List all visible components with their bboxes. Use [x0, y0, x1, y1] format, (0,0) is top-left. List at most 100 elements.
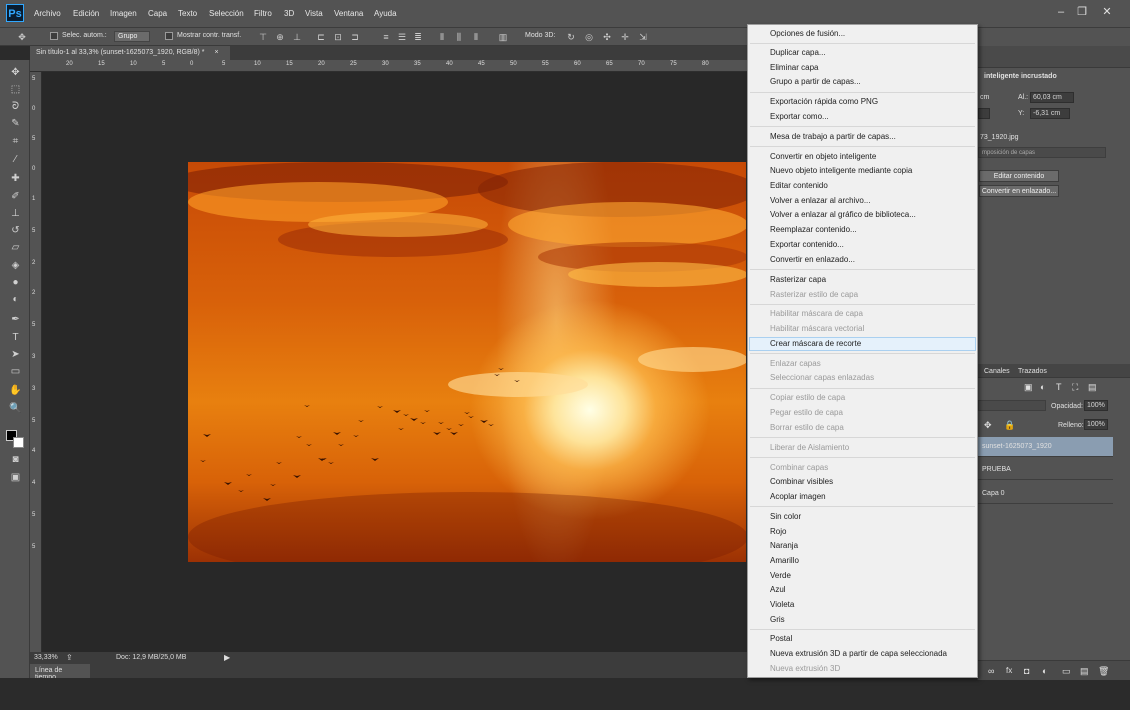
- menu-item-convert-smart-object[interactable]: Convertir en objeto inteligente: [770, 152, 876, 162]
- menu-item-merge-layers[interactable]: Combinar capas: [770, 463, 828, 473]
- filter-smart-object-icon[interactable]: ▤: [1088, 382, 1097, 393]
- menu-imagen[interactable]: Imagen: [110, 9, 137, 18]
- menu-item-merge-visible[interactable]: Combinar visibles: [770, 477, 833, 487]
- layer-row[interactable]: Capa 0: [978, 484, 1113, 504]
- menu-item-enable-vector-mask[interactable]: Habilitar máscara vectorial: [770, 324, 864, 334]
- align-right-icon[interactable]: ⊐: [349, 31, 361, 43]
- filter-adjustment-icon[interactable]: ◐: [1040, 382, 1045, 392]
- new-group-icon[interactable]: ▭: [1062, 666, 1071, 677]
- brush-tool-icon[interactable]: ✐: [8, 190, 23, 203]
- shape-tool-icon[interactable]: ▭: [8, 365, 23, 378]
- scale-3d-icon[interactable]: ⇲: [637, 31, 649, 43]
- quick-select-tool-icon[interactable]: ✎: [8, 117, 23, 130]
- menu-item-rasterize-layer-style[interactable]: Rasterizar estilo de capa: [770, 290, 858, 300]
- distribute-hcenter-icon[interactable]: ⫼: [453, 31, 465, 43]
- layer-style-icon[interactable]: fx: [1006, 666, 1012, 675]
- menu-item-relink-to-library[interactable]: Volver a enlazar al gráfico de bibliotec…: [770, 210, 916, 220]
- distribute-bottom-icon[interactable]: ≣: [412, 31, 424, 43]
- quick-mask-icon[interactable]: ◙: [8, 453, 23, 466]
- eyedropper-tool-icon[interactable]: ⁄: [8, 153, 23, 166]
- distribute-vcenter-icon[interactable]: ☰: [396, 31, 408, 43]
- show-transform-checkbox[interactable]: [165, 32, 173, 40]
- lock-position-icon[interactable]: ✥: [984, 420, 992, 431]
- menu-item-postcard[interactable]: Postal: [770, 634, 792, 644]
- new-layer-icon[interactable]: ▤: [1080, 666, 1089, 677]
- menu-item-color-none[interactable]: Sin color: [770, 512, 801, 522]
- add-mask-icon[interactable]: ◘: [1024, 666, 1029, 676]
- lasso-tool-icon[interactable]: ᘐ: [8, 100, 23, 113]
- menu-item-select-linked-layers[interactable]: Seleccionar capas enlazadas: [770, 373, 874, 383]
- edit-contents-button[interactable]: Editar contenido: [979, 170, 1059, 182]
- move-tool-icon[interactable]: ✥: [8, 66, 23, 79]
- menu-ayuda[interactable]: Ayuda: [374, 9, 397, 18]
- hand-tool-icon[interactable]: ✋: [8, 384, 23, 397]
- menu-item-export-as[interactable]: Exportar como...: [770, 112, 829, 122]
- menu-item-duplicate-layer[interactable]: Duplicar capa...: [770, 48, 826, 58]
- menu-item-replace-contents[interactable]: Reemplazar contenido...: [770, 225, 857, 235]
- opacity-input[interactable]: 100%: [1084, 400, 1108, 411]
- filter-type-icon[interactable]: T: [1056, 382, 1062, 392]
- distribute-left-icon[interactable]: ⫴: [436, 31, 448, 43]
- menu-item-color-red[interactable]: Rojo: [770, 527, 786, 537]
- menu-item-color-yellow[interactable]: Amarillo: [770, 556, 799, 566]
- history-brush-tool-icon[interactable]: ↺: [8, 224, 23, 237]
- layer-row[interactable]: sunset-1625073_1920: [978, 437, 1113, 457]
- eraser-tool-icon[interactable]: ▱: [8, 241, 23, 254]
- menu-item-edit-contents[interactable]: Editar contenido: [770, 181, 828, 191]
- menu-item-export-contents[interactable]: Exportar contenido...: [770, 240, 844, 250]
- menu-filtro[interactable]: Filtro: [254, 9, 272, 18]
- share-icon[interactable]: ⇪: [66, 653, 73, 662]
- lock-all-icon[interactable]: 🔒: [1004, 420, 1015, 431]
- menu-item-rasterize-layer[interactable]: Rasterizar capa: [770, 275, 826, 285]
- clone-stamp-tool-icon[interactable]: ⊥: [8, 207, 23, 220]
- menu-item-artboard-from-layers[interactable]: Mesa de trabajo a partir de capas...: [770, 132, 896, 142]
- convert-to-linked-button[interactable]: Convertir en enlazado...: [979, 185, 1059, 197]
- paint-bucket-tool-icon[interactable]: ◈: [8, 259, 23, 272]
- distribute-right-icon[interactable]: ⦀: [470, 31, 482, 43]
- close-window-button[interactable]: ✕: [1098, 5, 1116, 19]
- slide-3d-icon[interactable]: ✛: [619, 31, 631, 43]
- healing-brush-tool-icon[interactable]: ✚: [8, 172, 23, 185]
- layer-comp-dropdown[interactable]: mposición de capas: [978, 147, 1106, 158]
- menu-item-color-green[interactable]: Verde: [770, 571, 791, 581]
- menu-item-paste-layer-style[interactable]: Pegar estilo de capa: [770, 408, 843, 418]
- crop-tool-icon[interactable]: ⌗: [8, 135, 23, 148]
- fill-input[interactable]: 100%: [1084, 419, 1108, 430]
- timeline-tab[interactable]: Línea de tiempo: [30, 664, 90, 681]
- restore-button[interactable]: ❐: [1073, 5, 1091, 19]
- align-top-icon[interactable]: ⊤: [257, 31, 269, 43]
- align-vcenter-icon[interactable]: ⊕: [274, 31, 286, 43]
- link-layers-icon[interactable]: ∞: [988, 666, 994, 676]
- blur-tool-icon[interactable]: ●: [8, 276, 23, 289]
- x-input[interactable]: [978, 108, 990, 119]
- menu-item-group-from-layers[interactable]: Grupo a partir de capas...: [770, 77, 861, 87]
- dodge-tool-icon[interactable]: ◐: [8, 293, 23, 306]
- rotate-3d-icon[interactable]: ↻: [565, 31, 577, 43]
- menu-archivo[interactable]: Archivo: [34, 9, 61, 18]
- zoom-level[interactable]: 33,33%: [34, 654, 58, 661]
- auto-align-icon[interactable]: ▥: [497, 31, 509, 43]
- menu-item-convert-to-linked[interactable]: Convertir en enlazado...: [770, 255, 855, 265]
- menu-item-blending-options[interactable]: Opciones de fusión...: [770, 29, 845, 39]
- menu-item-quick-export-png[interactable]: Exportación rápida como PNG: [770, 97, 878, 107]
- menu-item-color-blue[interactable]: Azul: [770, 585, 786, 595]
- path-select-tool-icon[interactable]: ➤: [8, 348, 23, 361]
- align-left-icon[interactable]: ⊏: [315, 31, 327, 43]
- menu-item-enable-layer-mask[interactable]: Habilitar máscara de capa: [770, 309, 863, 319]
- menu-item-color-gray[interactable]: Gris: [770, 615, 785, 625]
- sunset-image[interactable]: [188, 162, 746, 562]
- menu-item-create-clipping-mask[interactable]: Crear máscara de recorte: [770, 339, 861, 349]
- screen-mode-icon[interactable]: ▣: [8, 471, 23, 484]
- tab-trazados[interactable]: Trazados: [1018, 368, 1047, 375]
- menu-item-delete-layer[interactable]: Eliminar capa: [770, 63, 818, 73]
- minimize-button[interactable]: –: [1052, 5, 1070, 19]
- filter-pixel-icon[interactable]: ▣: [1024, 382, 1033, 393]
- height-input[interactable]: 60,03 cm: [1030, 92, 1074, 103]
- menu-item-color-violet[interactable]: Violeta: [770, 600, 794, 610]
- menu-capa[interactable]: Capa: [148, 9, 167, 18]
- marquee-tool-icon[interactable]: ⬚: [8, 83, 23, 96]
- filter-shape-icon[interactable]: ⛶: [1072, 382, 1078, 393]
- menu-3d[interactable]: 3D: [284, 9, 294, 18]
- document-tab[interactable]: Sin título-1 al 33,3% (sunset-1625073_19…: [30, 46, 230, 60]
- tab-canales[interactable]: Canales: [984, 368, 1010, 375]
